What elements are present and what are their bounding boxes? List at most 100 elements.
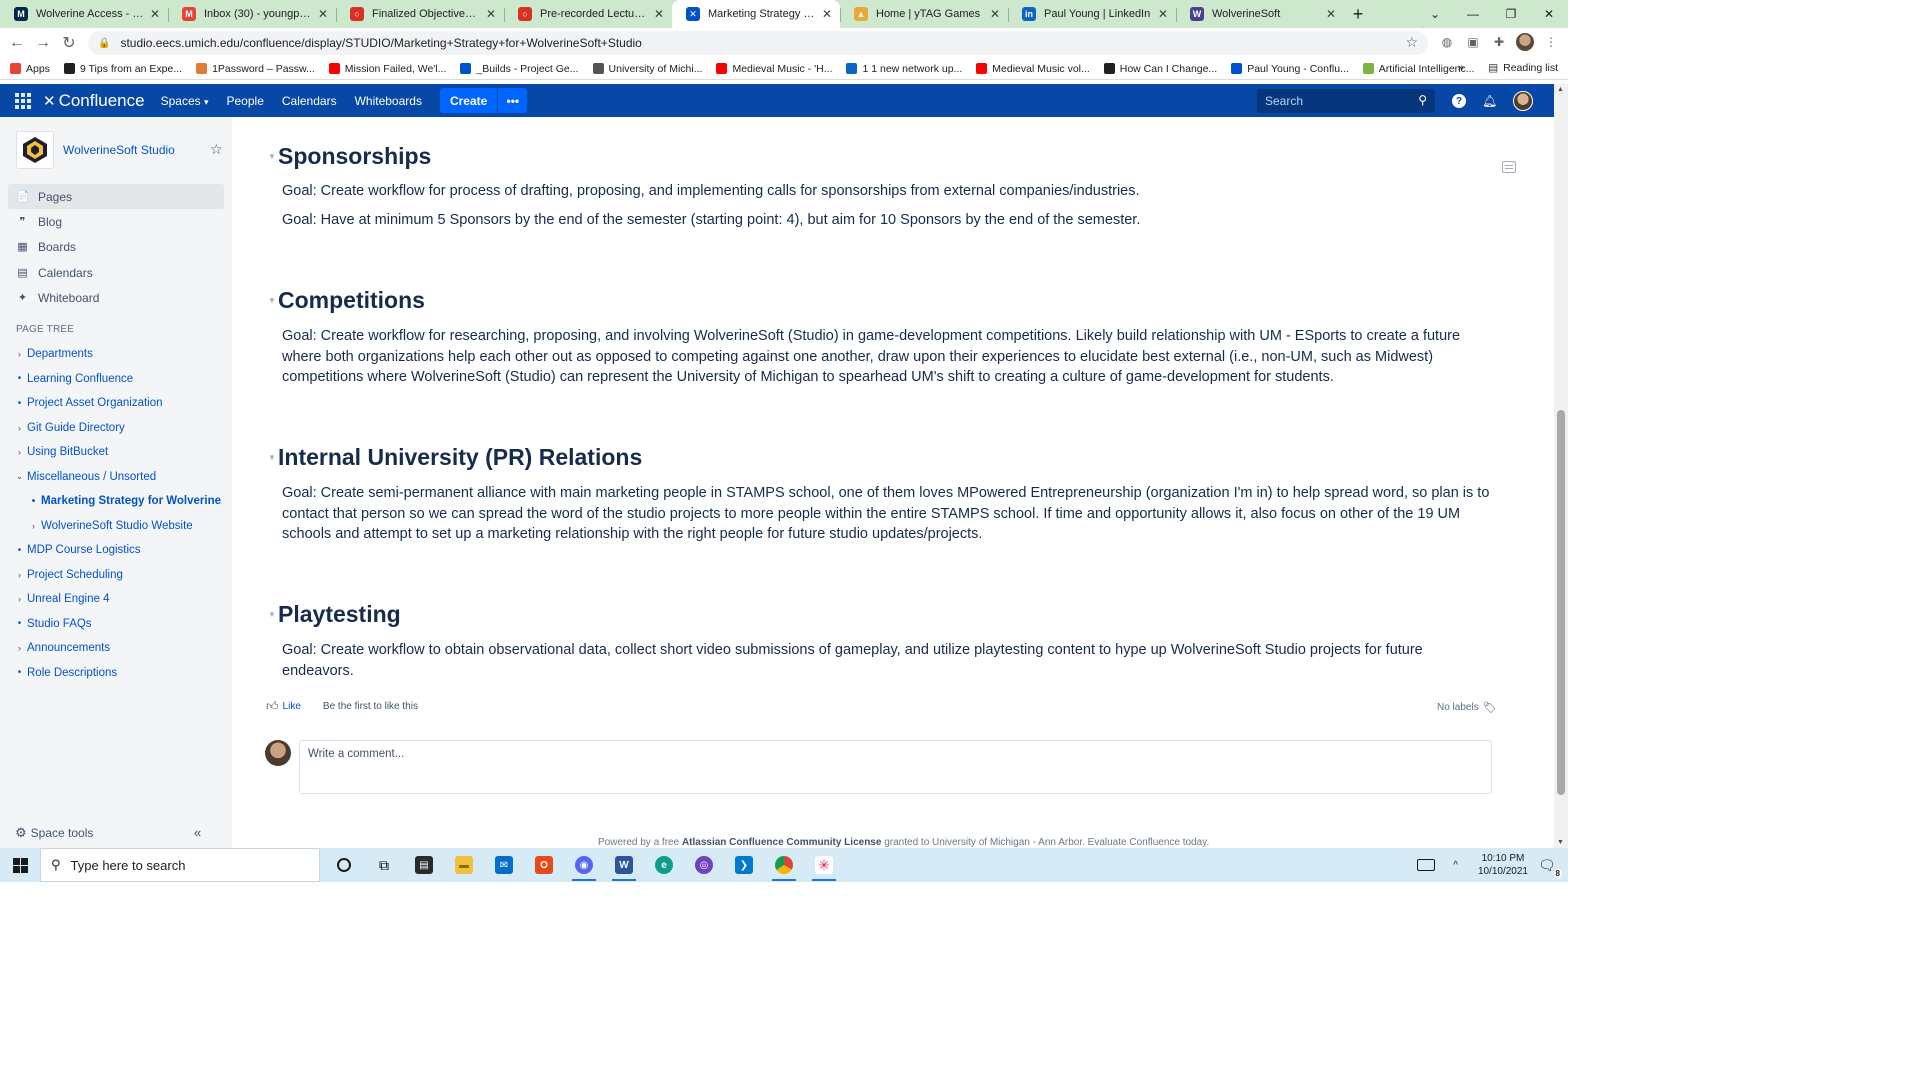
user-avatar[interactable] xyxy=(1513,91,1534,111)
close-tab-icon[interactable]: ✕ xyxy=(1326,7,1336,21)
expand-toggle-icon[interactable]: › xyxy=(12,643,27,653)
page-tree-item[interactable]: › WolverineSoft Studio Website xyxy=(12,516,222,536)
office-icon[interactable]: O xyxy=(524,848,564,882)
page-tree-item[interactable]: › Project Scheduling xyxy=(12,565,222,585)
scroll-up-arrow-icon[interactable]: ▲ xyxy=(1557,86,1564,93)
scroll-down-arrow-icon[interactable]: ▼ xyxy=(1557,839,1564,846)
bookmark-star-icon[interactable]: ☆ xyxy=(1405,34,1418,51)
bookmark-item[interactable]: 1Password – Passw... xyxy=(196,63,315,75)
browser-tab[interactable]: M Wolverine Access - Find & ✕ xyxy=(0,0,168,28)
thumbs-up-icon[interactable]: 👍︎ xyxy=(266,699,279,714)
footer-license-link[interactable]: Atlassian Confluence Community License xyxy=(682,837,882,848)
space-tools-button[interactable]: ⚙ Space tools xyxy=(15,825,93,841)
space-name[interactable]: WolverineSoft Studio xyxy=(63,143,175,157)
back-icon[interactable]: ← xyxy=(4,34,30,52)
close-tab-icon[interactable]: ✕ xyxy=(822,7,832,21)
sidebar-item-pages[interactable]: 📄 Pages xyxy=(8,184,224,209)
star-icon[interactable]: ☆ xyxy=(210,141,223,158)
section-collapse-icon[interactable]: ▼ xyxy=(268,610,276,619)
clock[interactable]: 10:10 PM 10/10/2021 xyxy=(1478,852,1528,878)
section-collapse-icon[interactable]: ▼ xyxy=(268,152,276,161)
page-scrollbar[interactable]: ▲ ▼ xyxy=(1554,84,1568,848)
taskbar-search-input[interactable]: ⚲ Type here to search xyxy=(40,848,320,882)
cortana-icon[interactable] xyxy=(324,848,364,882)
screen-capture-extension-icon[interactable]: ▣ xyxy=(1464,33,1482,51)
file-explorer-icon[interactable]: ▬ xyxy=(444,848,484,882)
page-outline-icon[interactable] xyxy=(1502,161,1516,173)
nav-people[interactable]: People xyxy=(227,94,264,108)
browser-tab[interactable]: ✕ Marketing Strategy for Wo ✕ xyxy=(672,0,840,28)
expand-toggle-icon[interactable]: › xyxy=(12,349,27,359)
close-tab-icon[interactable]: ✕ xyxy=(486,7,496,21)
bookmark-item[interactable]: Paul Young - Conflu... xyxy=(1231,63,1349,75)
page-tree-item[interactable]: › Using BitBucket xyxy=(12,442,222,462)
section-collapse-icon[interactable]: ▼ xyxy=(268,296,276,305)
close-window-button[interactable]: ✕ xyxy=(1530,0,1568,28)
expand-toggle-icon[interactable]: › xyxy=(12,447,27,457)
close-tab-icon[interactable]: ✕ xyxy=(990,7,1000,21)
page-tree-item[interactable]: › Git Guide Directory xyxy=(12,418,222,438)
nav-spaces[interactable]: Spaces ▾ xyxy=(161,94,209,108)
sidebar-item-blog[interactable]: ❞ Blog xyxy=(8,209,224,234)
action-center-icon[interactable]: 🗨︎ 8 xyxy=(1538,857,1562,878)
edge-icon[interactable]: e xyxy=(644,848,684,882)
show-hidden-icons-icon[interactable]: ^ xyxy=(1453,860,1458,871)
bookmark-item[interactable]: How Can I Change... xyxy=(1103,63,1217,75)
browser-tab[interactable]: M Inbox (30) - youngpau@ur ✕ xyxy=(168,0,336,28)
keyboard-icon[interactable] xyxy=(1417,859,1436,871)
bookmark-item[interactable]: 1 1 new network up... xyxy=(846,63,962,75)
vscode-icon[interactable]: ❯ xyxy=(724,848,764,882)
discord-icon[interactable]: ◉ xyxy=(564,848,604,882)
bookmark-item[interactable]: _Builds - Project Ge... xyxy=(460,63,579,75)
expand-toggle-icon[interactable]: › xyxy=(12,594,27,604)
page-tree-item[interactable]: • Role Descriptions xyxy=(12,663,222,683)
browser-tab[interactable]: ▲ Home | yTAG Games ✕ xyxy=(840,0,1008,28)
bookmark-item[interactable]: Medieval Music - 'H... xyxy=(716,63,832,75)
browser-tab[interactable]: ○ Pre-recorded Lecture 2: El ✕ xyxy=(504,0,672,28)
extensions-puzzle-icon[interactable]: ✚ xyxy=(1490,33,1508,51)
space-header[interactable]: WolverineSoft Studio xyxy=(16,131,175,169)
help-icon[interactable]: ? xyxy=(1452,94,1466,108)
profile-avatar[interactable] xyxy=(1516,33,1534,51)
create-more-button[interactable]: ••• xyxy=(497,88,528,113)
bookmark-item[interactable]: Mission Failed, We'l... xyxy=(328,63,446,75)
page-tree-item[interactable]: • Project Asset Organization xyxy=(12,393,222,413)
bookmarks-overflow-button[interactable]: » xyxy=(1458,62,1464,74)
bookmark-item[interactable]: Apps xyxy=(10,63,50,75)
page-tree-item[interactable]: • MDP Course Logistics xyxy=(12,540,222,560)
word-icon[interactable]: W xyxy=(604,848,644,882)
sidebar-item-whiteboard[interactable]: ✦ Whiteboard xyxy=(8,285,224,310)
bookmark-item[interactable]: University of Michi... xyxy=(592,63,702,75)
like-button[interactable]: Like xyxy=(283,701,301,712)
forward-icon[interactable]: → xyxy=(30,34,56,52)
reload-icon[interactable]: ↻ xyxy=(56,33,82,53)
expand-toggle-icon[interactable]: ⌄ xyxy=(12,471,27,482)
notifications-bell-icon[interactable]: 🔔︎ xyxy=(1482,94,1497,108)
page-tree-item[interactable]: › Announcements xyxy=(12,638,222,658)
store-icon[interactable]: ▤ xyxy=(404,848,444,882)
confluence-logo[interactable]: ✕ Confluence xyxy=(43,91,145,111)
expand-toggle-icon[interactable]: › xyxy=(12,570,27,580)
labels-area[interactable]: No labels 🏷︎ xyxy=(1437,701,1497,714)
page-tree-item[interactable]: ⌄ Miscellaneous / Unsorted xyxy=(12,467,222,487)
tab-search-icon[interactable]: ⌄ xyxy=(1416,0,1454,28)
nav-whiteboards[interactable]: Whiteboards xyxy=(355,94,422,108)
scrollbar-thumb[interactable] xyxy=(1557,410,1565,795)
github-desktop-icon[interactable]: ◎ xyxy=(684,848,724,882)
nav-calendars[interactable]: Calendars xyxy=(282,94,337,108)
close-tab-icon[interactable]: ✕ xyxy=(1158,7,1168,21)
reading-list-button[interactable]: ▤ Reading list xyxy=(1488,62,1558,74)
bookmark-item[interactable]: Medieval Music vol... xyxy=(976,63,1090,75)
confluence-search-input[interactable]: Search ⚲ xyxy=(1257,89,1435,113)
page-tree-item[interactable]: › Departments xyxy=(12,344,222,364)
restore-button[interactable]: ❐ xyxy=(1492,0,1530,28)
close-tab-icon[interactable]: ✕ xyxy=(654,7,664,21)
mail-icon[interactable]: ✉ xyxy=(484,848,524,882)
app-switcher-icon[interactable] xyxy=(15,92,31,109)
section-collapse-icon[interactable]: ▼ xyxy=(268,453,276,462)
page-tree-item[interactable]: • Studio FAQs xyxy=(12,614,222,634)
password-extension-icon[interactable]: ◍ xyxy=(1438,33,1456,51)
close-tab-icon[interactable]: ✕ xyxy=(150,7,160,21)
page-tree-item[interactable]: › Unreal Engine 4 xyxy=(12,589,222,609)
address-bar[interactable]: 🔒 studio.eecs.umich.edu/confluence/displ… xyxy=(88,31,1428,55)
